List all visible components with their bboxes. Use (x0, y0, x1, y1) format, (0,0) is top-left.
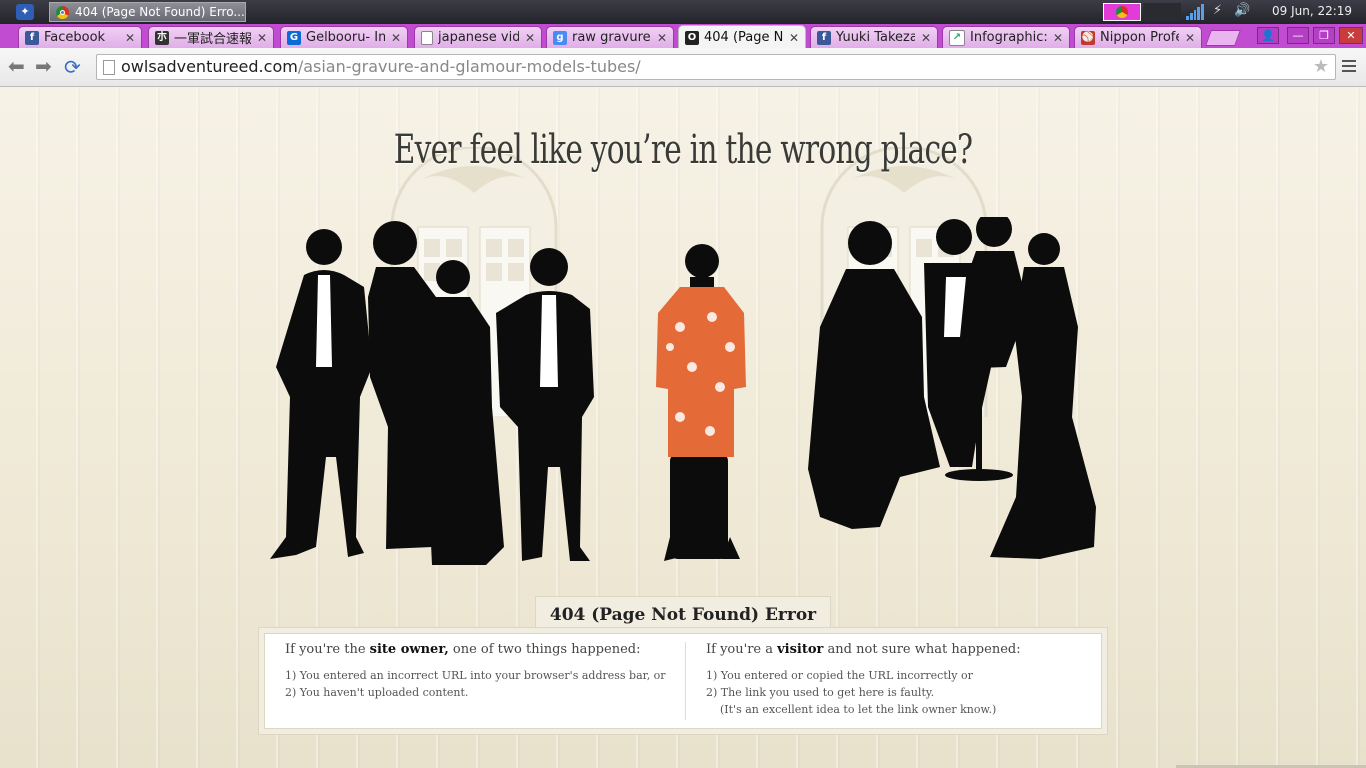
tab-nippon-professional[interactable]: ⚾ Nippon Profe ✕ (1074, 26, 1202, 48)
tab-baseball-news[interactable]: 朩 一軍試合速報 ✕ (148, 26, 274, 48)
facebook-icon: f (817, 30, 831, 45)
tab-title: Nippon Profe (1100, 30, 1179, 45)
lead-bold: site owner, (369, 642, 449, 657)
taskbar-window-button[interactable]: 404 (Page Not Found) Erro... (49, 2, 246, 22)
close-icon[interactable]: ✕ (921, 31, 931, 45)
page-headline: Ever feel like you’re in the wrong place… (393, 127, 973, 173)
lead-bold: visitor (777, 642, 824, 657)
close-window-button[interactable]: ✕ (1339, 27, 1363, 44)
chrome-icon (56, 5, 69, 19)
site-owner-column: If you're the site owner, one of two thi… (285, 642, 666, 701)
lead-prefix: If you're the (285, 642, 370, 657)
url-path: /asian-gravure-and-glamour-models-tubes/ (297, 57, 641, 76)
network-signal-icon[interactable] (1186, 4, 1204, 20)
error-content: If you're the site owner, one of two thi… (264, 633, 1102, 729)
owner-reason-2: 2) You haven't uploaded content. (285, 686, 469, 699)
browser-toolbar: ⬅ ➡ ⟳ owlsadventureed.com/asian-gravure-… (0, 48, 1366, 87)
tab-title: 一軍試合速報 (174, 32, 251, 47)
close-icon[interactable]: ✕ (657, 31, 667, 45)
volume-icon[interactable]: 🔊 (1234, 3, 1250, 18)
new-tab-button[interactable] (1205, 30, 1241, 46)
system-panel: ✦ 404 (Page Not Found) Erro... ⚡ 🔊 09 Ju… (0, 0, 1366, 24)
tab-title: Facebook (44, 30, 106, 45)
tab-facebook[interactable]: f Facebook ✕ (18, 26, 142, 48)
tab-title: Gelbooru- Im (306, 30, 385, 45)
app-launcher-icon[interactable]: ✦ (16, 4, 34, 20)
url-host: owlsadventureed.com (121, 57, 298, 76)
baseball-icon: ⚾ (1081, 30, 1095, 45)
party-silhouettes-illustration (270, 217, 1096, 565)
close-icon[interactable]: ✕ (125, 31, 135, 45)
visitor-note: (It's an excellent idea to let the link … (720, 703, 997, 716)
reload-icon[interactable]: ⟳ (64, 56, 86, 78)
site-owner-lead: If you're the site owner, one of two thi… (285, 642, 666, 657)
tab-strip: f Facebook ✕ 朩 一軍試合速報 ✕ G Gelbooru- Im ✕… (0, 24, 1366, 49)
tab-title: 404 (Page Not (704, 30, 783, 45)
tab-gelbooru[interactable]: G Gelbooru- Im ✕ (280, 26, 408, 48)
lead-suffix: one of two things happened: (448, 642, 641, 657)
page-icon (421, 30, 433, 45)
owl-icon: O (685, 30, 699, 45)
close-icon[interactable]: ✕ (1053, 31, 1063, 45)
lead-suffix: and not sure what happened: (823, 642, 1021, 657)
clock[interactable]: 09 Jun, 22:19 (1272, 4, 1352, 18)
chart-icon: ↗ (949, 29, 965, 46)
close-icon[interactable]: ✕ (789, 31, 799, 45)
visitor-reason-1: 1) You entered or copied the URL incorre… (706, 669, 973, 682)
profile-icon[interactable]: 👤 (1257, 27, 1279, 44)
tab-title: Yuuki Takeza (836, 30, 915, 45)
maximize-button[interactable]: ❐ (1313, 27, 1335, 44)
visitor-column: If you're a visitor and not sure what ha… (706, 642, 1021, 718)
tab-yuuki-takezawa[interactable]: f Yuuki Takeza ✕ (810, 26, 938, 48)
gelbooru-icon: G (287, 30, 301, 45)
page-icon (103, 60, 115, 75)
google-icon: g (553, 30, 567, 45)
kanji-icon: 朩 (155, 30, 169, 45)
visitor-reason-2: 2) The link you used to get here is faul… (706, 686, 935, 699)
address-bar[interactable]: owlsadventureed.com/asian-gravure-and-gl… (96, 54, 1336, 80)
visitor-lead: If you're a visitor and not sure what ha… (706, 642, 1021, 657)
taskbar-window-title: 404 (Page Not Found) Erro... (75, 5, 245, 19)
tab-raw-gravure[interactable]: g raw gravure v ✕ (546, 26, 674, 48)
back-arrow-icon[interactable]: ⬅ (8, 56, 25, 76)
tab-title: Infographic: C (970, 30, 1047, 45)
tray-slot (1143, 3, 1181, 21)
column-divider (685, 642, 686, 720)
tab-404-active[interactable]: O 404 (Page Not ✕ (678, 25, 806, 49)
bookmark-star-icon[interactable]: ★ (1313, 55, 1329, 79)
menu-icon[interactable] (1342, 60, 1356, 75)
owner-reason-1: 1) You entered an incorrect URL into you… (285, 669, 666, 682)
tray-chrome-icon[interactable] (1103, 3, 1141, 21)
tab-japanese-video[interactable]: japanese vide ✕ (414, 26, 542, 48)
tab-title: raw gravure v (572, 30, 651, 45)
lead-prefix: If you're a (706, 642, 778, 657)
close-icon[interactable]: ✕ (525, 31, 535, 45)
tab-infographic[interactable]: ↗ Infographic: C ✕ (942, 26, 1070, 48)
page-content: Ever feel like you’re in the wrong place… (0, 87, 1366, 768)
close-icon[interactable]: ✕ (257, 31, 267, 45)
error-panel: If you're the site owner, one of two thi… (258, 627, 1108, 735)
forward-arrow-icon[interactable]: ➡ (35, 56, 52, 76)
minimize-button[interactable]: — (1287, 27, 1309, 44)
tab-title: japanese vide (438, 30, 519, 45)
close-icon[interactable]: ✕ (391, 31, 401, 45)
close-icon[interactable]: ✕ (1185, 31, 1195, 45)
facebook-icon: f (25, 30, 39, 45)
power-icon[interactable]: ⚡ (1213, 3, 1222, 18)
